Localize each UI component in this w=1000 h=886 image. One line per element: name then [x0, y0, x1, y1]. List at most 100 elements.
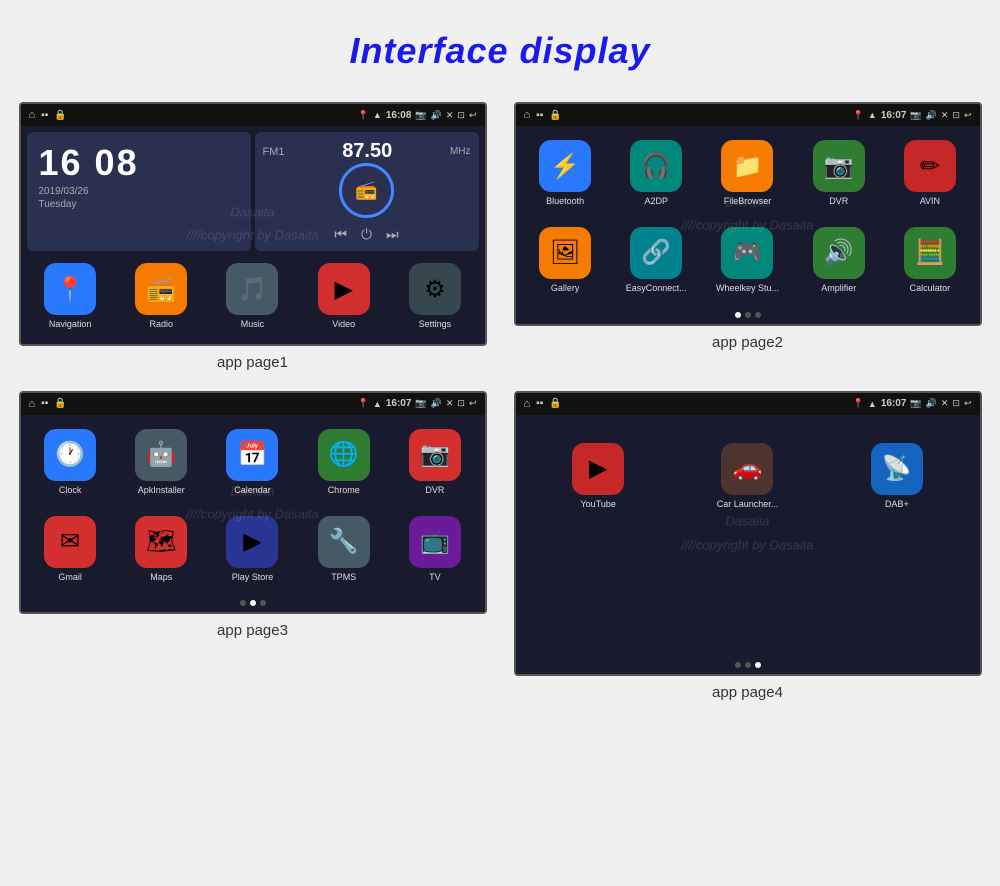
radio-icon: 📻: [355, 180, 377, 201]
lock-icon-2: 🔒: [549, 110, 561, 121]
dot-1: [735, 312, 741, 318]
app-filebrowser[interactable]: 📁 FileBrowser: [704, 132, 791, 215]
wheelkey-icon: 🎮: [721, 227, 773, 279]
app-amplifier[interactable]: 🔊 Amplifier: [795, 219, 882, 302]
volume-icon: 🔊: [431, 110, 442, 121]
clock-display: 16 08: [39, 142, 239, 184]
app-tpms[interactable]: 🔧 TPMS: [300, 508, 387, 591]
volume-icon-2: 🔊: [926, 110, 937, 121]
app-a2dp[interactable]: 🎧 A2DP: [613, 132, 700, 215]
app-name-dvr-3: DVR: [425, 485, 444, 496]
fullscreen-icon-4: ⊡: [952, 398, 960, 409]
page3-apps: 🕐 Clock 🤖 ApkInstaller 📅 Calendar 🌐 Chro…: [21, 415, 485, 597]
app-name-a2dp: A2DP: [645, 196, 669, 207]
maps-icon: 🗺: [135, 516, 187, 568]
lock-icon-3: 🔒: [54, 398, 66, 409]
dot-p4-2: [745, 662, 751, 668]
wifi-icon-2: ▲: [868, 110, 877, 120]
dvr-icon: 📷: [813, 140, 865, 192]
wifi-icon-4: ▲: [868, 399, 877, 409]
home-icon-2[interactable]: ⌂: [524, 109, 531, 121]
app-dvr-3[interactable]: 📷 DVR: [391, 421, 478, 504]
date-display: 2019/03/26: [39, 186, 239, 197]
app-dvr[interactable]: 📷 DVR: [795, 132, 882, 215]
avin-icon: ✏: [904, 140, 956, 192]
playstore-icon: ▶: [226, 516, 278, 568]
close-icon: ✕: [446, 110, 454, 121]
app-name-video: Video: [332, 319, 355, 330]
home-icon-3[interactable]: ⌂: [29, 398, 36, 410]
app-apkinstaller[interactable]: 🤖 ApkInstaller: [118, 421, 205, 504]
gmail-icon: ✉: [44, 516, 96, 568]
app-dab[interactable]: 📡 DAB+: [824, 435, 969, 518]
app-gallery[interactable]: 🖼 Gallery: [522, 219, 609, 302]
app-settings[interactable]: ⚙ Settings: [391, 255, 478, 338]
dot-p3-1: [240, 600, 246, 606]
easyconnect-icon: 🔗: [630, 227, 682, 279]
camera-icon: 📷: [415, 110, 426, 121]
app-name-bluetooth: Bluetooth: [546, 196, 584, 207]
app-name-filebrowser: FileBrowser: [724, 196, 772, 207]
app-calendar[interactable]: 📅 Calendar: [209, 421, 296, 504]
app-youtube[interactable]: ▶ YouTube: [526, 435, 671, 518]
app-name-easyconnect: EasyConnect...: [626, 283, 687, 294]
status-time-1: 16:08: [386, 110, 412, 121]
location-icon-3: 📍: [358, 398, 369, 409]
a2dp-icon: 🎧: [630, 140, 682, 192]
app-name-navigation: Navigation: [49, 319, 92, 330]
android-screen-1: ⌂ ▪▪ 🔒 📍 ▲ 16:08 📷 🔊 ✕ ⊡ ↩ 1: [19, 102, 487, 346]
app-name-youtube: YouTube: [580, 499, 615, 510]
power-btn[interactable]: ⏻: [361, 226, 372, 243]
screen-block-2: ⌂ ▪▪ 🔒 📍 ▲ 16:07 📷 🔊 ✕ ⊡ ↩ ⚡: [510, 102, 985, 371]
apkinstaller-icon: 🤖: [135, 429, 187, 481]
app-wheelkey[interactable]: 🎮 Wheelkey Stu...: [704, 219, 791, 302]
fullscreen-icon-2: ⊡: [952, 110, 960, 121]
time-widget: 16 08 2019/03/26 Tuesday: [27, 132, 251, 251]
dab-icon: 📡: [871, 443, 923, 495]
fm-band: FM1: [263, 146, 285, 158]
app-name-music: Music: [241, 319, 265, 330]
radio-widget[interactable]: FM1 87.50 MHz 📻 ⏮ ⏻ ⏭: [255, 132, 479, 251]
settings-icon: ⚙: [409, 263, 461, 315]
menu-icon-3: ▪▪: [41, 398, 48, 409]
app-avin[interactable]: ✏ AVIN: [886, 132, 973, 215]
dot-3: [755, 312, 761, 318]
amplifier-icon: 🔊: [813, 227, 865, 279]
app-tv[interactable]: 📺 TV: [391, 508, 478, 591]
home-icon-4[interactable]: ⌂: [524, 398, 531, 410]
app-name-tv: TV: [429, 572, 441, 583]
app-calculator[interactable]: 🧮 Calculator: [886, 219, 973, 302]
app-name-playstore: Play Store: [232, 572, 274, 583]
page4-apps: ▶ YouTube 🚗 Car Launcher... 📡 DAB+: [516, 415, 980, 538]
app-carlauncher[interactable]: 🚗 Car Launcher...: [675, 435, 820, 518]
android-screen-2: ⌂ ▪▪ 🔒 📍 ▲ 16:07 📷 🔊 ✕ ⊡ ↩ ⚡: [514, 102, 982, 326]
app-clock[interactable]: 🕐 Clock: [27, 421, 114, 504]
app-navigation[interactable]: 📍 Navigation: [27, 255, 114, 338]
prev-track-btn[interactable]: ⏮: [334, 226, 347, 243]
app-radio[interactable]: 📻 Radio: [118, 255, 205, 338]
back-icon-3[interactable]: ↩: [469, 398, 477, 409]
app-chrome[interactable]: 🌐 Chrome: [300, 421, 387, 504]
app-playstore[interactable]: ▶ Play Store: [209, 508, 296, 591]
app-gmail[interactable]: ✉ Gmail: [27, 508, 114, 591]
app-video[interactable]: ▶ Video: [300, 255, 387, 338]
menu-icon-2: ▪▪: [536, 110, 543, 121]
app-music[interactable]: 🎵 Music: [209, 255, 296, 338]
home-icon[interactable]: ⌂: [29, 109, 36, 121]
app-maps[interactable]: 🗺 Maps: [118, 508, 205, 591]
back-icon-1[interactable]: ↩: [469, 110, 477, 121]
back-icon-2[interactable]: ↩: [964, 110, 972, 121]
next-track-btn[interactable]: ⏭: [386, 226, 399, 243]
close-icon-4: ✕: [941, 398, 949, 409]
app-name-chrome: Chrome: [328, 485, 360, 496]
status-bar-1: ⌂ ▪▪ 🔒 📍 ▲ 16:08 📷 🔊 ✕ ⊡ ↩: [21, 104, 485, 126]
app-easyconnect[interactable]: 🔗 EasyConnect...: [613, 219, 700, 302]
back-icon-4[interactable]: ↩: [964, 398, 972, 409]
day-display: Tuesday: [39, 199, 239, 210]
music-icon: 🎵: [226, 263, 278, 315]
dot-p3-2: [250, 600, 256, 606]
app-name-amplifier: Amplifier: [821, 283, 856, 294]
wifi-icon: ▲: [373, 110, 382, 120]
screen-label-3: app page3: [217, 622, 288, 639]
app-bluetooth[interactable]: ⚡ Bluetooth: [522, 132, 609, 215]
